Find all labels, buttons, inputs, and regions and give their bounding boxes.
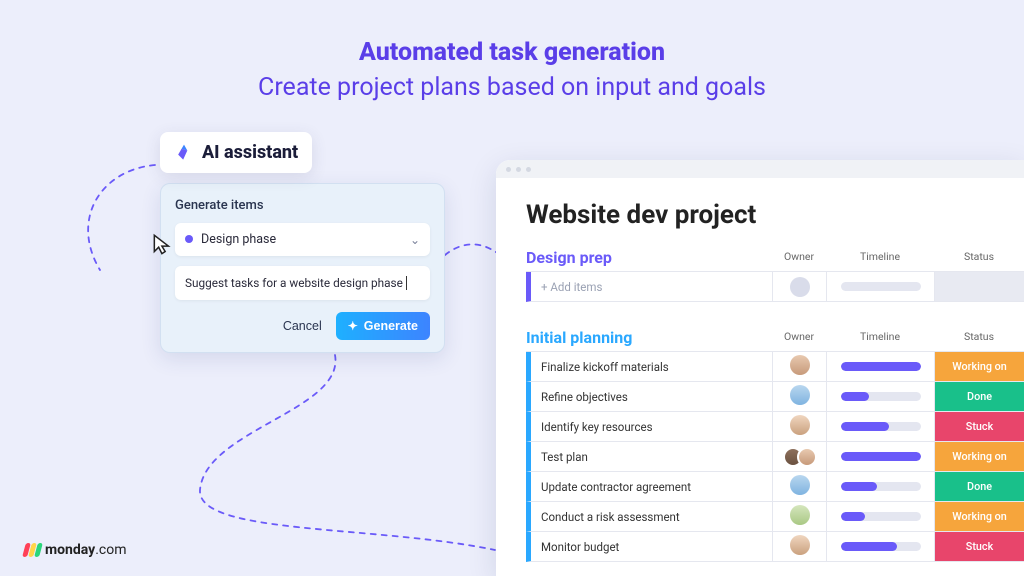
text-caret: [406, 276, 407, 290]
table-row[interactable]: Finalize kickoff materials Working on: [526, 352, 1024, 382]
owner-cell[interactable]: [772, 532, 826, 561]
project-board: Website dev project Design prep Owner Ti…: [496, 160, 1024, 576]
status-cell[interactable]: Working on: [934, 352, 1024, 381]
add-item-row[interactable]: + Add items: [526, 272, 1024, 302]
group-design-prep: Design prep Owner Timeline Status + Add …: [526, 248, 1024, 302]
task-name: Identify key resources: [531, 420, 772, 434]
generate-items-panel: Generate items Design phase ⌄ Suggest ta…: [160, 183, 445, 353]
generate-button[interactable]: ✦ Generate: [336, 312, 430, 340]
col-status: Status: [934, 250, 1024, 267]
chevron-down-icon: ⌄: [410, 233, 420, 247]
status-cell[interactable]: [934, 272, 1024, 301]
timeline-pill: [841, 512, 921, 521]
avatar: [790, 505, 810, 525]
group-initial-planning: Initial planning Owner Timeline Status F…: [526, 328, 1024, 562]
table-row[interactable]: Identify key resources Stuck: [526, 412, 1024, 442]
prompt-text: Suggest tasks for a website design phase: [185, 276, 403, 290]
phase-select[interactable]: Design phase ⌄: [175, 223, 430, 256]
timeline-pill: [841, 422, 921, 431]
col-owner: Owner: [772, 250, 826, 267]
timeline-pill: [841, 392, 921, 401]
sparkle-icon: ✦: [348, 319, 358, 333]
avatar-placeholder: [790, 277, 810, 297]
add-item-label: + Add items: [531, 280, 772, 294]
task-name: Finalize kickoff materials: [531, 360, 772, 374]
board-title: Website dev project: [526, 200, 1024, 230]
brand-suffix: .com: [95, 542, 126, 558]
cursor-icon: [150, 232, 176, 258]
avatar: [790, 535, 810, 555]
table-row[interactable]: Test plan Working on: [526, 442, 1024, 472]
owner-cell[interactable]: [772, 442, 826, 471]
cancel-button[interactable]: Cancel: [279, 313, 326, 339]
status-cell[interactable]: Stuck: [934, 532, 1024, 561]
avatar: [790, 355, 810, 375]
timeline-cell[interactable]: [826, 412, 934, 441]
timeline-cell[interactable]: [826, 272, 934, 301]
timeline-cell[interactable]: [826, 352, 934, 381]
avatar: [790, 475, 810, 495]
status-cell[interactable]: Working on: [934, 502, 1024, 531]
owner-cell[interactable]: [772, 272, 826, 301]
timeline-cell[interactable]: [826, 382, 934, 411]
select-color-dot: [185, 235, 193, 243]
task-name: Conduct a risk assessment: [531, 510, 772, 524]
generate-label: Generate: [364, 319, 418, 333]
col-timeline: Timeline: [826, 330, 934, 347]
owner-cell[interactable]: [772, 352, 826, 381]
owner-cell[interactable]: [772, 412, 826, 441]
owner-cell[interactable]: [772, 502, 826, 531]
timeline-pill: [841, 282, 921, 291]
select-value: Design phase: [201, 232, 276, 247]
prompt-input[interactable]: Suggest tasks for a website design phase: [175, 266, 430, 300]
col-timeline: Timeline: [826, 250, 934, 267]
table-row[interactable]: Refine objectives Done: [526, 382, 1024, 412]
timeline-pill: [841, 482, 921, 491]
timeline-pill: [841, 542, 921, 551]
timeline-cell[interactable]: [826, 502, 934, 531]
ai-assistant-title: AI assistant: [202, 142, 298, 163]
table-row[interactable]: Update contractor agreement Done: [526, 472, 1024, 502]
owner-cell[interactable]: [772, 472, 826, 501]
avatar: [790, 415, 810, 435]
task-name: Update contractor agreement: [531, 480, 772, 494]
group-name[interactable]: Initial planning: [526, 328, 772, 347]
brand-logo: monday.com: [24, 542, 126, 558]
task-name: Test plan: [531, 450, 772, 464]
task-name: Refine objectives: [531, 390, 772, 404]
timeline-cell[interactable]: [826, 472, 934, 501]
window-titlebar: [496, 160, 1024, 178]
col-owner: Owner: [772, 330, 826, 347]
timeline-cell[interactable]: [826, 442, 934, 471]
status-cell[interactable]: Done: [934, 382, 1024, 411]
timeline-pill: [841, 362, 921, 371]
avatar: [797, 447, 817, 467]
status-cell[interactable]: Stuck: [934, 412, 1024, 441]
col-status: Status: [934, 330, 1024, 347]
brand-name: monday: [45, 542, 95, 558]
task-name: Monitor budget: [531, 540, 772, 554]
group-name[interactable]: Design prep: [526, 248, 772, 267]
avatar: [790, 385, 810, 405]
table-row[interactable]: Monitor budget Stuck: [526, 532, 1024, 562]
table-row[interactable]: Conduct a risk assessment Working on: [526, 502, 1024, 532]
hero-title: Automated task generation: [0, 0, 1024, 67]
hero-subtitle: Create project plans based on input and …: [0, 73, 1024, 102]
panel-label: Generate items: [175, 198, 430, 213]
owner-cell[interactable]: [772, 382, 826, 411]
timeline-cell[interactable]: [826, 532, 934, 561]
brand-logo-icon: [24, 543, 41, 557]
ai-assistant-header: AI assistant: [160, 132, 312, 173]
timeline-pill: [841, 452, 921, 461]
ai-logo-icon: [174, 143, 194, 163]
status-cell[interactable]: Working on: [934, 442, 1024, 471]
status-cell[interactable]: Done: [934, 472, 1024, 501]
